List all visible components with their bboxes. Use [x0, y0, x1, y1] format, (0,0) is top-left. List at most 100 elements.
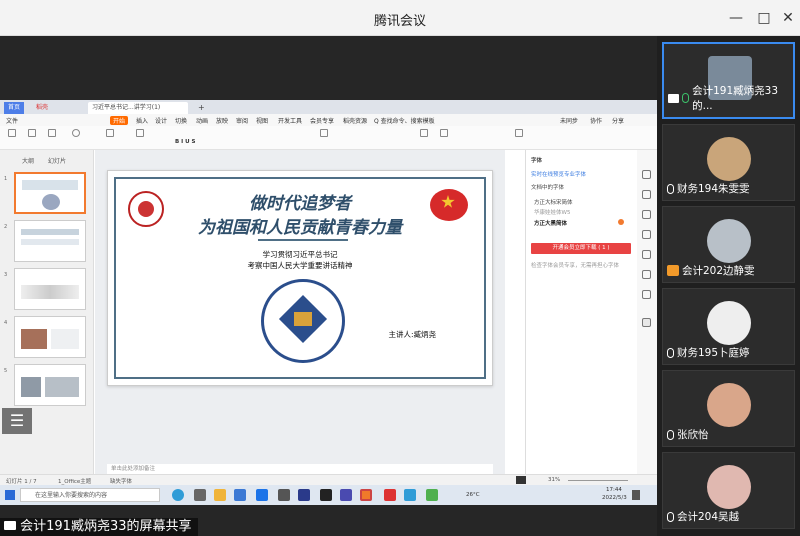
mic-icon [667, 183, 674, 194]
thumbnail-tabs: 大纲 幻灯片 [22, 156, 66, 165]
app-icon[interactable] [340, 489, 352, 501]
menu-file[interactable]: 文件 [6, 116, 18, 125]
sidebar-tool-icon[interactable] [642, 170, 651, 179]
tab-outline[interactable]: 大纲 [22, 158, 34, 165]
app-icon[interactable] [298, 489, 310, 501]
font-item[interactable]: 方正大标宋简体 [534, 198, 573, 206]
wps-icon[interactable] [360, 489, 372, 501]
edge-icon[interactable] [172, 489, 184, 501]
menu-developer[interactable]: 开发工具 [278, 116, 302, 125]
slide-thumbnail[interactable] [14, 220, 86, 262]
slide-thumbnail[interactable] [14, 268, 86, 310]
slide-thumbnail[interactable] [14, 316, 86, 358]
menu-slideshow[interactable]: 放映 [216, 116, 228, 125]
app-icon[interactable] [384, 489, 396, 501]
file-explorer-icon[interactable] [214, 489, 226, 501]
tab-docer[interactable]: 稻壳 [32, 102, 52, 114]
notes-field[interactable]: 单击此处添加备注 [107, 464, 493, 474]
play-button[interactable] [516, 476, 526, 484]
find-icon[interactable] [515, 129, 523, 137]
tab-presentation[interactable]: 习近平总书记...讲学习(1) [88, 102, 188, 114]
zoom-slider[interactable] [568, 480, 628, 481]
list-toggle-icon[interactable]: ☰ [2, 408, 32, 434]
format-painter-icon[interactable] [48, 129, 56, 137]
avatar [707, 383, 751, 427]
minimize-button[interactable]: — [726, 8, 746, 28]
slide-count: 幻灯片 1 / 7 [6, 479, 37, 485]
missing-font[interactable]: 缺失字体 [110, 477, 132, 485]
taskbar-search-input[interactable]: 在这里输入你要搜索的内容 [20, 488, 160, 502]
new-slide-icon[interactable] [106, 129, 114, 137]
screen-share-icon [4, 521, 16, 530]
font-panel-title: 字体 [531, 158, 543, 164]
slide-title-line2: 为祖国和人民贡献青春力量 [198, 218, 402, 238]
close-button[interactable]: ✕ [778, 8, 798, 28]
participant-tile[interactable]: 财务194朱雯雯 [662, 124, 795, 201]
slide-thumbnail[interactable] [14, 364, 86, 406]
sidebar-tool-icon[interactable] [642, 290, 651, 299]
current-slide[interactable]: 做时代追梦者 为祖国和人民贡献青春力量 学习贯彻习近平总书记 考察中国人民大学重… [107, 170, 493, 386]
clock-date[interactable]: 2022/5/3 [602, 495, 627, 501]
zoom-level[interactable]: 31% [548, 477, 560, 483]
participant-tile[interactable]: 财务195卜庭婷 [662, 288, 795, 365]
participant-name: 会计191臧炳尧33的... [692, 85, 779, 112]
app-icon[interactable] [426, 489, 438, 501]
menu-design[interactable]: 设计 [155, 116, 167, 125]
sidebar-tool-icon[interactable] [642, 250, 651, 259]
shared-screen-area: 首页 稻壳 习近平总书记...讲学习(1) + 文件 开始 插入 设计 切换 动… [0, 36, 657, 536]
menu-insert[interactable]: 插入 [136, 116, 148, 125]
font-item[interactable]: 方正大黑简体 [534, 219, 567, 227]
mic-icon [667, 511, 674, 522]
participant-tile[interactable]: 会计204吴越 [662, 452, 795, 529]
font-item[interactable]: 华康娃娃体W5 [534, 208, 570, 216]
participant-tile[interactable]: 会计202边静雯 [662, 206, 795, 283]
clock-time[interactable]: 17:44 [606, 487, 622, 493]
layout-icon[interactable] [136, 129, 144, 137]
participant-tile[interactable]: 张欣怡 [662, 370, 795, 447]
tab-slides[interactable]: 幻灯片 [48, 158, 66, 165]
mail-icon[interactable] [234, 489, 246, 501]
slide-thumbnail[interactable] [14, 172, 86, 214]
menu-animation[interactable]: 动画 [196, 116, 208, 125]
menu-view[interactable]: 视图 [256, 116, 268, 125]
paste-icon[interactable] [8, 129, 16, 137]
sidebar-tool-icon[interactable] [642, 190, 651, 199]
maximize-button[interactable]: □ [754, 8, 774, 28]
menu-home[interactable]: 开始 [110, 116, 129, 125]
sidebar-tool-icon[interactable] [642, 230, 651, 239]
play-icon[interactable] [72, 129, 80, 137]
thumb-number: 4 [4, 320, 8, 326]
text-tool-icon[interactable] [642, 318, 651, 327]
sidebar-tool-icon[interactable] [642, 270, 651, 279]
app-icon[interactable] [256, 489, 268, 501]
textbox-icon[interactable] [420, 129, 428, 137]
app-icon[interactable] [278, 489, 290, 501]
app-icon[interactable] [404, 489, 416, 501]
tab-home[interactable]: 首页 [4, 102, 25, 114]
sidebar-tool-icon[interactable] [642, 210, 651, 219]
menu-docer-resources[interactable]: 稻壳资源 [343, 116, 367, 125]
share-button[interactable]: 分享 [612, 116, 624, 125]
command-search[interactable]: Q 查找命令、搜索模板 [374, 116, 435, 125]
menu-review[interactable]: 审阅 [236, 116, 248, 125]
bold-icon[interactable]: B I U S [175, 139, 195, 145]
steam-icon[interactable] [320, 489, 332, 501]
mic-icon [667, 347, 674, 358]
notification-icon[interactable] [632, 490, 640, 500]
font-panel-line1[interactable]: 实时在线预览专业字体 [531, 170, 586, 178]
thumb-number: 5 [4, 368, 8, 374]
task-view-icon[interactable] [194, 489, 206, 501]
cut-icon[interactable] [28, 129, 36, 137]
new-tab-button[interactable]: + [194, 102, 209, 114]
slide-subtitle-line1: 学习贯彻习近平总书记 [262, 250, 338, 259]
windows-start-icon[interactable] [5, 490, 15, 500]
menu-transition[interactable]: 切换 [175, 116, 187, 125]
shape-icon[interactable] [440, 129, 448, 137]
align-icon[interactable] [320, 129, 328, 137]
member-download-button[interactable]: 开通会员立即下载 ( 1 ) [531, 243, 631, 254]
menu-member[interactable]: 会员专享 [310, 116, 334, 125]
sync-status[interactable]: 未同步 [560, 116, 578, 125]
participant-tile[interactable]: 会计191臧炳尧33的... [662, 42, 795, 119]
collaborate-button[interactable]: 协作 [590, 116, 602, 125]
weather-temperature[interactable]: 26°C [466, 492, 480, 498]
